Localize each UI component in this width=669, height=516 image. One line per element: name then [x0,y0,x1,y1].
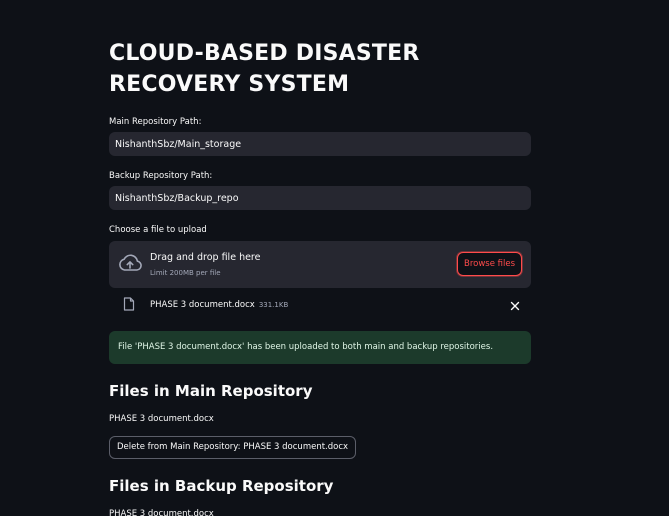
file-size: 331.1KB [258,301,289,309]
file-dropzone[interactable]: Drag and drop file here Limit 200MB per … [109,241,531,288]
uploaded-file-row: PHASE 3 document.docx 331.1KB [109,288,531,325]
backup-repo-files-heading: Files in Backup Repository [109,477,334,495]
backup-repo-input[interactable] [109,186,531,210]
main-repo-files-heading: Files in Main Repository [109,382,313,400]
close-icon[interactable] [508,299,522,313]
dropzone-title: Drag and drop file here [150,252,261,263]
success-alert: File 'PHASE 3 document.docx' has been up… [109,331,531,364]
app-root: CLOUD-BASED DISASTER RECOVERY SYSTEM Mai… [0,0,669,516]
backup-repo-file-item: PHASE 3 document.docx [109,509,214,516]
uploaded-file-name: PHASE 3 document.docx 331.1KB [150,300,288,311]
cloud-upload-icon [119,254,142,271]
main-repo-file-item: PHASE 3 document.docx [109,414,214,424]
file-name-text: PHASE 3 document.docx [150,300,255,310]
dropzone-text: Drag and drop file here Limit 200MB per … [150,252,260,278]
dropzone-limit: Limit 200MB per file [150,269,221,277]
file-uploader-label: Choose a file to upload [109,225,207,235]
file-icon [123,297,135,311]
page-title: CLOUD-BASED DISASTER RECOVERY SYSTEM [109,41,420,97]
main-content: CLOUD-BASED DISASTER RECOVERY SYSTEM Mai… [109,38,531,516]
main-repo-input[interactable] [109,132,531,156]
browse-files-button[interactable]: Browse files [457,252,522,276]
backup-repo-label: Backup Repository Path: [109,171,213,181]
main-repo-label: Main Repository Path: [109,117,202,127]
delete-main-file-button[interactable]: Delete from Main Repository: PHASE 3 doc… [109,436,357,459]
